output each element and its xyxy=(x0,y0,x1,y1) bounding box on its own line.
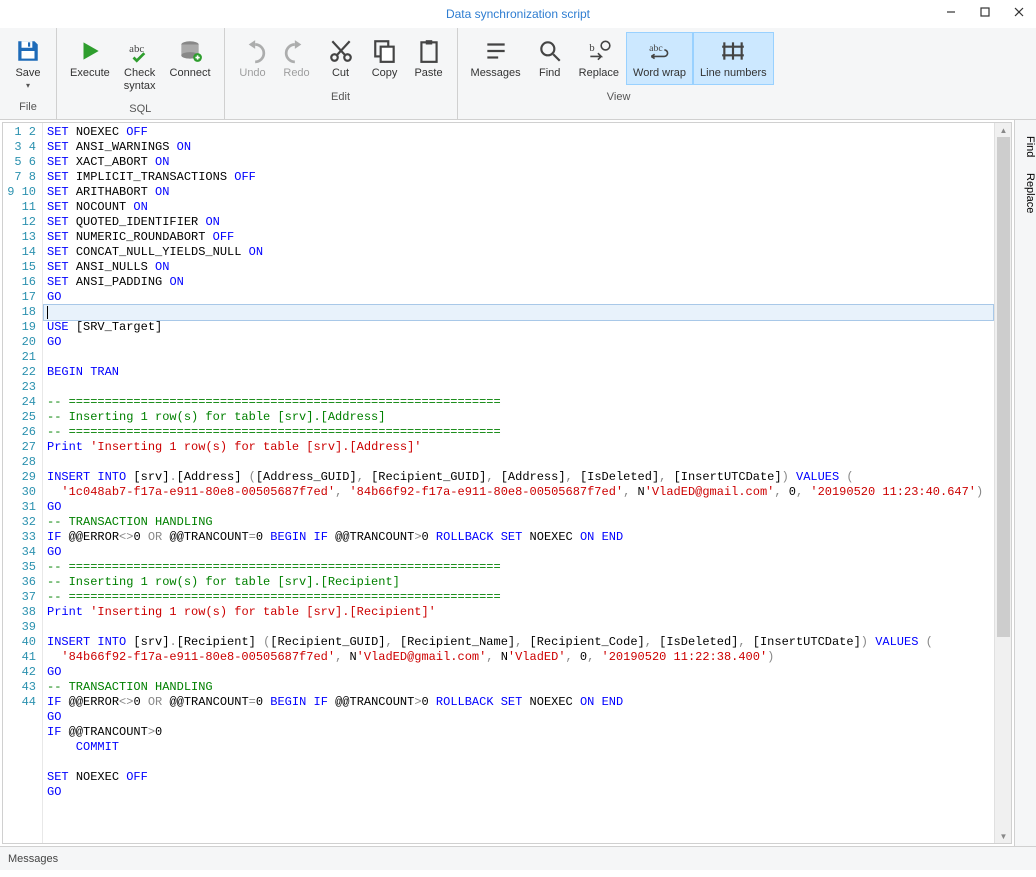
word-wrap-label: Word wrap xyxy=(633,67,686,80)
check-syntax-button[interactable]: abc Check syntax xyxy=(117,32,163,97)
search-icon xyxy=(536,37,564,65)
undo-label: Undo xyxy=(239,67,265,80)
replace-button[interactable]: b Replace xyxy=(572,32,626,85)
replace-tab[interactable]: Replace xyxy=(1021,167,1036,219)
execute-label: Execute xyxy=(70,67,110,80)
redo-label: Redo xyxy=(283,67,309,80)
line-numbers-button[interactable]: Line numbers xyxy=(693,32,774,85)
svg-text:abc: abc xyxy=(129,43,144,55)
main-area: 1 2 3 4 5 6 7 8 9 10 11 12 13 14 15 16 1… xyxy=(0,120,1036,846)
cut-label: Cut xyxy=(332,67,349,80)
copy-button[interactable]: Copy xyxy=(363,32,407,85)
scroll-up-arrow[interactable]: ▲ xyxy=(995,123,1012,137)
scissors-icon xyxy=(327,37,355,65)
paste-label: Paste xyxy=(414,67,442,80)
copy-icon xyxy=(371,37,399,65)
line-numbers-label: Line numbers xyxy=(700,67,767,80)
messages-icon xyxy=(482,37,510,65)
connect-label: Connect xyxy=(170,67,211,80)
editor: 1 2 3 4 5 6 7 8 9 10 11 12 13 14 15 16 1… xyxy=(2,122,1012,844)
side-panel-tabs: Find Replace xyxy=(1014,120,1036,846)
ribbon-group-edit: Undo Redo Cut Copy Paste Edit xyxy=(225,28,458,119)
connect-button[interactable]: Connect xyxy=(163,32,218,97)
find-tab[interactable]: Find xyxy=(1021,130,1036,163)
group-label-file: File xyxy=(0,99,56,117)
messages-label: Messages xyxy=(471,67,521,80)
code-area[interactable]: SET NOEXEC OFF SET ANSI_WARNINGS ON SET … xyxy=(43,123,994,843)
messages-button[interactable]: Messages xyxy=(464,32,528,85)
redo-button[interactable]: Redo xyxy=(275,32,319,85)
find-label: Find xyxy=(539,67,560,80)
check-syntax-label: Check syntax xyxy=(124,67,156,92)
ribbon-group-view: Messages Find b Replace abc Word wrap Li… xyxy=(458,28,780,119)
ribbon-group-file: Save ▾ File xyxy=(0,28,57,119)
word-wrap-icon: abc xyxy=(646,37,674,65)
group-label-edit: Edit xyxy=(225,89,457,107)
play-icon xyxy=(76,37,104,65)
redo-icon xyxy=(283,37,311,65)
copy-label: Copy xyxy=(372,67,398,80)
chevron-down-icon: ▾ xyxy=(26,81,30,90)
statusbar: Messages xyxy=(0,846,1036,870)
replace-label: Replace xyxy=(579,67,619,80)
ribbon-group-sql: Execute abc Check syntax Connect SQL xyxy=(57,28,225,119)
check-syntax-icon: abc xyxy=(126,37,154,65)
messages-panel-label[interactable]: Messages xyxy=(8,853,58,865)
svg-text:b: b xyxy=(589,42,594,54)
window-title: Data synchronization script xyxy=(446,7,590,21)
vertical-scrollbar[interactable]: ▲ ▼ xyxy=(994,123,1011,843)
execute-button[interactable]: Execute xyxy=(63,32,117,97)
cut-button[interactable]: Cut xyxy=(319,32,363,85)
close-button[interactable] xyxy=(1002,0,1036,24)
line-number-gutter: 1 2 3 4 5 6 7 8 9 10 11 12 13 14 15 16 1… xyxy=(3,123,43,843)
group-label-sql: SQL xyxy=(57,101,224,119)
save-icon xyxy=(14,37,42,65)
undo-button[interactable]: Undo xyxy=(231,32,275,85)
group-label-view: View xyxy=(458,89,780,107)
svg-text:abc: abc xyxy=(649,43,663,54)
save-button[interactable]: Save ▾ xyxy=(6,32,50,95)
word-wrap-button[interactable]: abc Word wrap xyxy=(626,32,693,85)
database-connect-icon xyxy=(176,37,204,65)
maximize-button[interactable] xyxy=(968,0,1002,24)
replace-icon: b xyxy=(585,37,613,65)
save-label: Save xyxy=(15,67,40,80)
scrollbar-thumb[interactable] xyxy=(997,137,1010,637)
paste-button[interactable]: Paste xyxy=(407,32,451,85)
titlebar: Data synchronization script xyxy=(0,0,1036,28)
undo-icon xyxy=(239,37,267,65)
find-button[interactable]: Find xyxy=(528,32,572,85)
ribbon: Save ▾ File Execute abc Check syntax Con… xyxy=(0,28,1036,120)
paste-icon xyxy=(415,37,443,65)
minimize-button[interactable] xyxy=(934,0,968,24)
line-numbers-icon xyxy=(719,37,747,65)
window-controls xyxy=(934,0,1036,24)
scroll-down-arrow[interactable]: ▼ xyxy=(995,829,1012,843)
